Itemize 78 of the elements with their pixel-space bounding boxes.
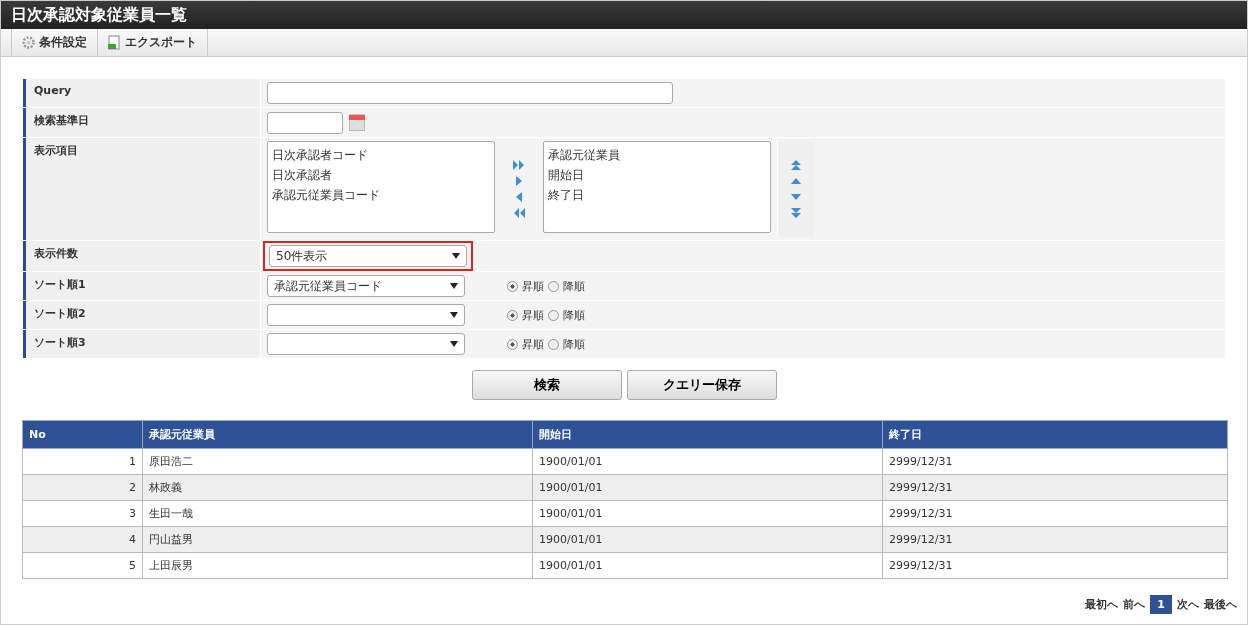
table-cell: 3 — [22, 500, 143, 527]
table-cell: 2999/12/31 — [882, 474, 1228, 501]
field-label: Query — [23, 79, 260, 107]
table-cell: 上田辰男 — [142, 552, 533, 579]
move-top-icon[interactable] — [790, 159, 802, 171]
field-label: ソート順1 — [23, 272, 260, 300]
list-item[interactable]: 日次承認者 — [272, 165, 490, 185]
table-cell: 1900/01/01 — [532, 526, 883, 553]
list-item[interactable]: 開始日 — [548, 165, 766, 185]
first-page-link[interactable]: 最初へ — [1085, 597, 1119, 612]
window-title: 日次承認対象従業員一覧 — [1, 1, 1247, 29]
list-item[interactable]: 日次承認者コード — [272, 145, 490, 165]
export-button[interactable]: エクスポート — [97, 29, 208, 56]
table-cell: 2999/12/31 — [882, 448, 1228, 475]
table-cell: 2999/12/31 — [882, 552, 1228, 579]
radio-button[interactable] — [548, 309, 559, 321]
sort-select[interactable] — [267, 304, 465, 326]
list-item[interactable]: 終了日 — [548, 185, 766, 205]
field-label: 表示件数 — [23, 241, 260, 271]
field-label: ソート順2 — [23, 301, 260, 329]
sort-select[interactable]: 承認元従業員コード — [267, 275, 465, 297]
radio-button[interactable] — [548, 338, 559, 350]
query-field[interactable] — [267, 82, 673, 104]
list-item[interactable]: 承認元従業員 — [548, 145, 766, 165]
search-button[interactable]: 検索 — [471, 370, 622, 400]
caret-icon — [450, 312, 458, 318]
radio-label: 降順 — [563, 336, 585, 352]
field-label: ソート順3 — [23, 330, 260, 358]
count-select[interactable]: 50件表示 — [269, 245, 467, 267]
selected-list[interactable]: 承認元従業員 開始日 終了日 — [543, 141, 771, 233]
page-number[interactable]: 1 — [1150, 595, 1172, 614]
table-cell: 1900/01/01 — [532, 552, 883, 579]
table-cell: 2999/12/31 — [882, 526, 1228, 553]
table-cell: 円山益男 — [142, 526, 533, 553]
save-query-button[interactable]: クエリー保存 — [626, 370, 777, 400]
sort-select[interactable] — [267, 333, 465, 355]
move-bottom-icon[interactable] — [790, 207, 802, 219]
caret-icon — [450, 341, 458, 347]
radio-label: 昇順 — [522, 278, 544, 294]
field-label: 検索基準日 — [23, 108, 260, 137]
list-item[interactable]: 承認元従業員コード — [272, 185, 490, 205]
column-header: 終了日 — [882, 420, 1228, 449]
date-field[interactable] — [267, 111, 343, 134]
radio-label: 降順 — [563, 307, 585, 323]
previous-page-link[interactable]: 前へ — [1123, 597, 1146, 612]
available-list[interactable]: 日次承認者コード 日次承認者 承認元従業員コード — [267, 141, 495, 233]
table-cell: 2 — [22, 474, 143, 501]
settings-button[interactable]: 条件設定 — [11, 29, 98, 56]
next-page-link[interactable]: 次へ — [1177, 597, 1199, 612]
table-cell: 1 — [22, 448, 143, 475]
radio-label: 降順 — [563, 278, 585, 294]
radio-label: 昇順 — [522, 336, 544, 352]
radio-label: 昇順 — [522, 307, 544, 323]
move-all-left-icon[interactable] — [513, 207, 525, 219]
table-cell: 林政義 — [142, 474, 533, 501]
table-cell: 4 — [22, 526, 143, 553]
column-header: 承認元従業員 — [142, 420, 533, 449]
move-all-right-icon[interactable] — [513, 159, 525, 171]
radio-button[interactable] — [507, 338, 518, 350]
table-cell: 1900/01/01 — [532, 500, 883, 527]
table-cell: 2999/12/31 — [882, 500, 1228, 527]
table-cell: 1900/01/01 — [532, 448, 883, 475]
document-icon — [108, 35, 121, 50]
table-cell: 生田一哉 — [142, 500, 533, 527]
radio-button[interactable] — [507, 280, 518, 292]
caret-icon — [450, 283, 458, 289]
caret-icon — [452, 253, 460, 259]
table-cell: 1900/01/01 — [532, 474, 883, 501]
table-cell: 原田浩二 — [142, 448, 533, 475]
radio-button[interactable] — [507, 309, 518, 321]
column-header: 開始日 — [532, 420, 883, 449]
radio-button[interactable] — [548, 280, 559, 292]
field-label: 表示項目 — [23, 138, 260, 240]
last-page-link[interactable]: 最後へ — [1204, 597, 1237, 612]
calendar-icon[interactable] — [349, 114, 365, 131]
table-cell: 5 — [22, 552, 143, 579]
column-header: No — [22, 420, 143, 449]
gear-icon — [22, 36, 35, 49]
